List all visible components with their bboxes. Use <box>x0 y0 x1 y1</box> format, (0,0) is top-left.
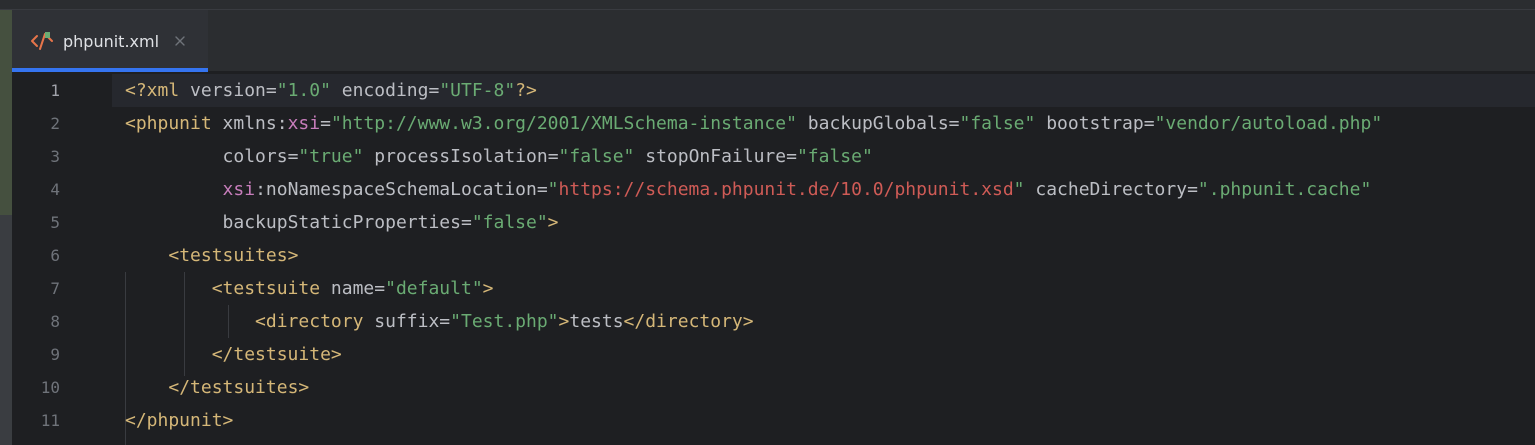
line-number-gutter[interactable]: 1 2 3 4 5 6 7 8 9 10 11 <box>12 72 112 445</box>
tab-label: phpunit.xml <box>63 31 160 51</box>
code-token: = <box>428 80 440 101</box>
code-token: = <box>786 146 797 167</box>
code-token: = <box>1187 179 1198 200</box>
code-token: " <box>547 179 559 200</box>
code-token: "false" <box>959 113 1036 134</box>
line-number[interactable]: 5 <box>12 206 60 239</box>
code-token: suffix <box>374 311 440 332</box>
code-token: "false" <box>558 146 635 167</box>
code-token: https://schema.phpunit.de/10.0/phpunit.x… <box>558 179 1014 200</box>
code-line[interactable]: <phpunit xmlns:xsi="http://www.w3.org/20… <box>125 107 1382 140</box>
code-token: </testsuite> <box>211 344 342 365</box>
line-number[interactable]: 6 <box>12 239 60 272</box>
code-line[interactable]: </testsuite> <box>125 338 342 371</box>
close-icon[interactable] <box>173 34 187 48</box>
code-token: > <box>558 311 570 332</box>
code-token: cacheDirectory <box>1024 179 1188 200</box>
code-editor[interactable]: 1 2 3 4 5 6 7 8 9 10 11 <?xml version="1.0" encodi… <box>12 72 1535 445</box>
code-line[interactable]: </phpunit> <box>125 404 233 437</box>
left-tool-strip <box>0 10 12 445</box>
code-line[interactable]: backupStaticProperties="false"> <box>125 206 559 239</box>
line-number[interactable]: 3 <box>12 140 60 173</box>
code-token: "true" <box>298 146 364 167</box>
code-token: </directory> <box>623 311 754 332</box>
code-line[interactable]: <directory suffix="Test.php">tests</dire… <box>125 305 754 338</box>
xml-file-icon <box>31 32 53 50</box>
code-token: <directory <box>255 311 375 332</box>
code-token: xsi <box>287 113 321 134</box>
code-token: xsi <box>222 179 256 200</box>
line-number[interactable]: 10 <box>12 371 60 404</box>
code-token: <testsuite <box>211 278 331 299</box>
code-token: backupGlobals <box>796 113 949 134</box>
line-number[interactable]: 4 <box>12 173 60 206</box>
ide-window: phpunit.xml 1 2 3 4 5 6 7 8 9 10 11 <?xml version=… <box>0 0 1535 445</box>
code-token: " <box>1013 179 1025 200</box>
code-token: bootstrap <box>1035 113 1144 134</box>
line-number[interactable]: 1 <box>12 74 60 107</box>
code-token: ".phpunit.cache" <box>1197 179 1372 200</box>
code-token: name <box>330 278 375 299</box>
code-line[interactable]: </testsuites> <box>125 371 309 404</box>
code-line[interactable]: colors="true" processIsolation="false" s… <box>125 140 873 173</box>
code-token: "Test.php" <box>450 311 559 332</box>
code-token: <?xml <box>125 80 191 101</box>
code-token: ?> <box>515 80 537 101</box>
code-token: = <box>374 278 386 299</box>
code-token: encoding <box>330 80 429 101</box>
code-token: "1.0" <box>276 80 331 101</box>
code-area[interactable]: <?xml version="1.0" encoding="UTF-8"?> <p… <box>125 72 1535 445</box>
code-token: "UTF-8" <box>439 80 516 101</box>
code-token: version <box>190 80 266 101</box>
line-number[interactable]: 2 <box>12 107 60 140</box>
line-number[interactable]: 11 <box>12 404 60 437</box>
code-token: colors <box>222 146 288 167</box>
line-number[interactable]: 7 <box>12 272 60 305</box>
code-token: processIsolation <box>363 146 548 167</box>
code-token: :noNamespaceSchemaLocation <box>255 179 537 200</box>
line-number[interactable]: 8 <box>12 305 60 338</box>
code-token: tests <box>569 311 624 332</box>
code-line[interactable]: <?xml version="1.0" encoding="UTF-8"?> <box>125 74 537 107</box>
editor-tab-bar: phpunit.xml <box>12 10 1535 72</box>
code-token: "false" <box>471 212 548 233</box>
code-token: = <box>460 212 472 233</box>
code-token: backupStaticProperties <box>222 212 461 233</box>
code-token: = <box>439 311 451 332</box>
code-token: = <box>265 80 277 101</box>
code-token: "false" <box>796 146 873 167</box>
code-line[interactable]: <testsuite name="default"> <box>125 272 494 305</box>
code-token: = <box>547 146 559 167</box>
code-token: xmlns: <box>222 113 288 134</box>
code-token: "default" <box>385 278 483 299</box>
code-token: = <box>948 113 960 134</box>
code-token: = <box>536 179 548 200</box>
code-token: = <box>287 146 299 167</box>
code-token: stopOnFailure <box>634 146 787 167</box>
code-token: </testsuites> <box>168 377 310 398</box>
code-token: > <box>482 278 494 299</box>
code-token: "http://www.w3.org/2001/XMLSchema-instan… <box>330 113 797 134</box>
title-strip <box>0 0 1535 10</box>
tab-phpunit-xml[interactable]: phpunit.xml <box>12 10 208 72</box>
line-number[interactable]: 9 <box>12 338 60 371</box>
code-token: <testsuites> <box>168 245 299 266</box>
code-token: = <box>320 113 331 134</box>
code-token: "vendor/autoload.php" <box>1154 113 1383 134</box>
code-token: </phpunit> <box>125 410 234 431</box>
code-line[interactable]: <testsuites> <box>125 239 298 272</box>
left-tool-strip-highlight <box>0 10 12 215</box>
code-line[interactable]: xsi:noNamespaceSchemaLocation="https://s… <box>125 173 1372 206</box>
code-token: <phpunit <box>125 113 223 134</box>
code-token: = <box>1143 113 1155 134</box>
code-token: > <box>547 212 559 233</box>
